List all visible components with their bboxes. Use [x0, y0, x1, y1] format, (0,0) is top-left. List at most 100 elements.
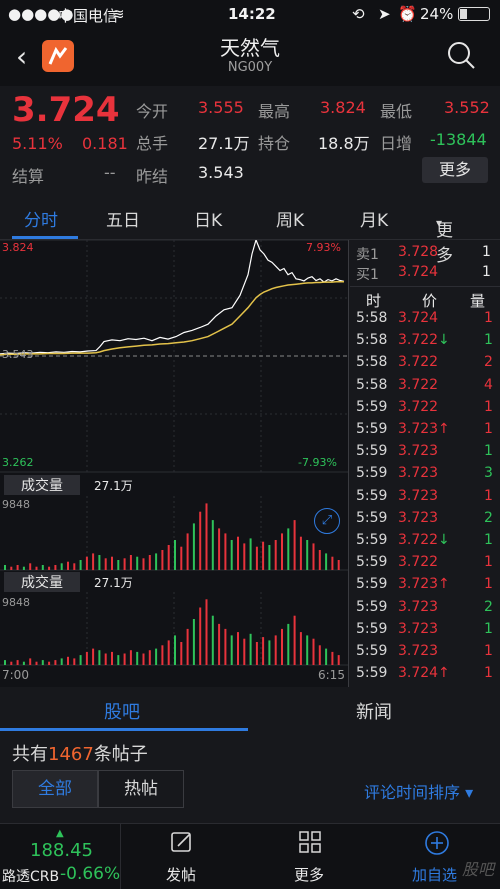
tab-monthly-k[interactable]: 月K	[360, 206, 388, 231]
post-count-text: 共有1467条帖子	[12, 740, 148, 766]
volume-indicator-button[interactable]: 成交量	[4, 475, 80, 495]
tab-five-day[interactable]: 五日	[106, 206, 140, 231]
caret-down-icon: ▾	[436, 216, 443, 230]
trade-qty: 1	[484, 398, 493, 415]
trades-col-price: 价	[422, 292, 438, 310]
bottom-divider	[120, 824, 121, 889]
alarm-icon: ⏰	[398, 5, 417, 23]
grid-more-icon[interactable]	[298, 830, 322, 858]
index-value[interactable]: 188.45	[30, 840, 93, 861]
trade-price: 3.723	[398, 620, 439, 637]
volume-indicator-button-2[interactable]: 成交量	[4, 572, 80, 592]
trade-price: 3.723	[398, 443, 439, 460]
volume-bar	[281, 533, 283, 570]
volume-bar	[287, 528, 290, 570]
trade-time: 5:58	[356, 376, 388, 393]
trade-qty: 2	[484, 598, 493, 615]
prev-settle-label: 昨结	[136, 167, 169, 186]
trade-qty: 1	[484, 554, 493, 571]
volume-bar	[299, 632, 302, 665]
volume-bar	[255, 546, 258, 570]
volume-bar	[123, 558, 126, 570]
volume-bar	[249, 538, 252, 570]
volume-bar	[10, 566, 13, 570]
volume-bar	[268, 545, 271, 570]
more-button-label[interactable]: 更多	[294, 864, 324, 885]
filter-all[interactable]: 全部	[12, 770, 98, 808]
trade-price: 3.723	[398, 421, 439, 437]
trade-qty: 2	[484, 354, 493, 371]
volume-bar	[67, 656, 69, 665]
volume-bar	[92, 648, 95, 665]
instrument-code: NG00Y	[227, 60, 273, 75]
trade-time: 5:58	[356, 332, 388, 349]
trade-time: 5:59	[356, 398, 388, 415]
location-icon: ➤	[378, 5, 391, 23]
trade-price: 3.724	[398, 665, 439, 682]
tab-guba[interactable]: 股吧	[104, 698, 140, 724]
volume-bar	[148, 650, 151, 665]
trade-row: 5:59 3.723 2	[350, 599, 500, 621]
trade-row: 5:59 3.724 ↑ 1	[350, 665, 500, 687]
tab-intraday[interactable]: 分时	[24, 206, 58, 231]
intraday-chart[interactable]: 3.824 3.543 3.262 7.93% -7.93% 成交量 27.1万…	[0, 238, 348, 687]
volume-bar	[22, 661, 25, 665]
trade-row: 5:59 3.722 1	[350, 554, 500, 576]
more-quote-button[interactable]: 更多	[422, 157, 488, 183]
volume-bar	[129, 650, 132, 665]
tab-weekly-k[interactable]: 周K	[276, 206, 304, 231]
clock: 14:22	[228, 5, 276, 23]
trade-price: 3.722	[398, 554, 439, 571]
ask-qty: 1	[482, 244, 491, 260]
volume-bar	[4, 660, 6, 665]
trade-price: 3.722	[398, 398, 439, 415]
down-arrow-icon: ↓	[438, 532, 450, 548]
volume-bar	[29, 563, 32, 570]
volume-bar	[218, 623, 221, 665]
add-watchlist-label[interactable]: 加自选	[412, 864, 457, 885]
volume-bar	[35, 661, 38, 665]
trade-price: 3.722	[398, 376, 439, 393]
volume-bar	[224, 628, 227, 665]
volume-bar	[129, 555, 132, 570]
post-count-number: 1467	[48, 744, 94, 765]
volume-bar	[48, 566, 51, 570]
volume-bar	[79, 560, 82, 570]
volume-bar	[318, 645, 321, 665]
trade-row: 5:59 3.723 1	[350, 621, 500, 643]
trade-time: 5:59	[356, 421, 388, 437]
volume-bar	[67, 561, 69, 570]
y-axis-mid-label: 3.543	[2, 348, 34, 361]
volume-bar	[136, 556, 139, 570]
volume-bar	[199, 607, 202, 665]
search-icon[interactable]	[446, 40, 476, 74]
volume-max-label-2: 9848	[2, 596, 30, 609]
volume-bar	[161, 550, 164, 570]
trade-price: 3.722	[398, 332, 439, 349]
tab-news[interactable]: 新闻	[356, 698, 392, 724]
filter-hot[interactable]: 热帖	[98, 770, 184, 808]
trade-time: 5:59	[356, 643, 388, 659]
volume-bar	[142, 558, 145, 570]
open-interest-value: 18.8万	[318, 134, 370, 153]
sort-dropdown[interactable]: 评论时间排序 ▾	[364, 779, 473, 803]
volume-bar	[60, 563, 63, 570]
volume-bar	[306, 540, 309, 570]
volume-bar	[287, 623, 290, 665]
trade-row: 5:59 3.723 1	[350, 443, 500, 465]
trades-col-qty: 量	[470, 292, 486, 310]
expand-icon[interactable]: ⤢	[314, 508, 340, 534]
settle-value: --	[104, 163, 116, 182]
compose-icon[interactable]	[170, 830, 194, 858]
volume-bar	[136, 651, 139, 665]
volume-bar	[60, 658, 63, 665]
post-button-label[interactable]: 发帖	[166, 864, 196, 885]
pct-high-label: 7.93%	[306, 241, 341, 254]
volume-value: 27.1万	[198, 134, 250, 153]
x-axis-end-label: 6:15	[318, 668, 345, 682]
trade-price: 3.723	[398, 465, 439, 482]
index-name: 路透CRB	[2, 869, 60, 885]
trade-price: 3.722	[398, 532, 439, 548]
tab-daily-k[interactable]: 日K	[194, 206, 222, 231]
add-watchlist-icon[interactable]	[424, 830, 450, 860]
